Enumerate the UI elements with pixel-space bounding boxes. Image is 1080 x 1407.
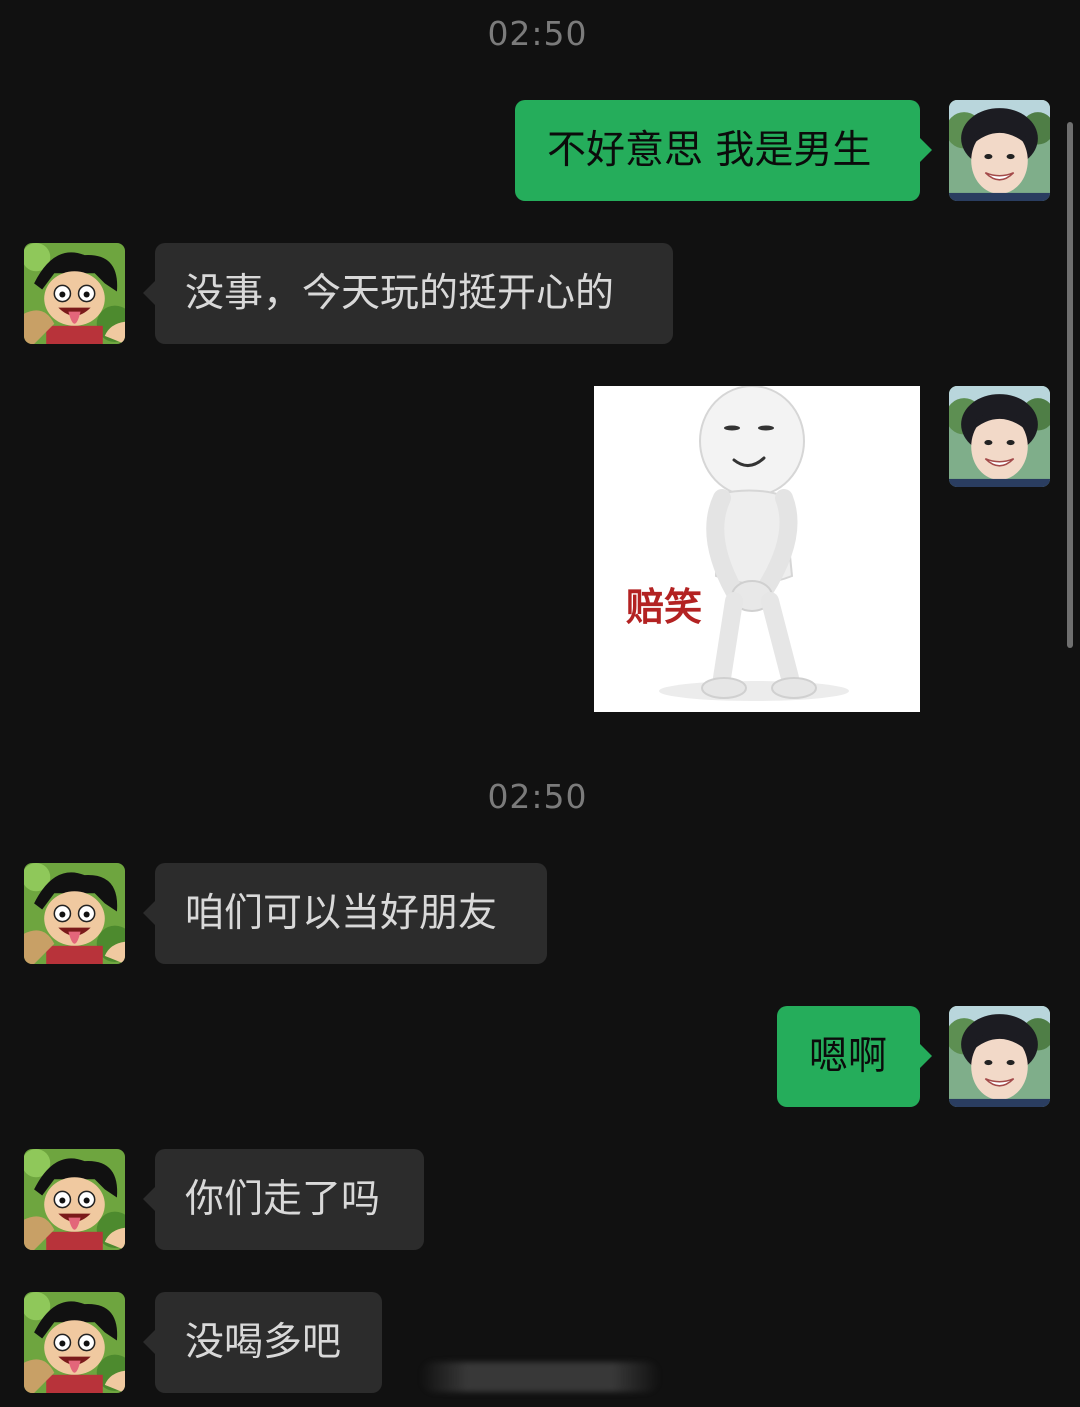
timestamp: 02:50 bbox=[487, 777, 588, 816]
cartoon-character-avatar-icon bbox=[24, 1292, 125, 1393]
cartoon-character-avatar-icon bbox=[24, 1149, 125, 1250]
timestamp: 02:50 bbox=[487, 14, 588, 53]
message-bubble-incoming[interactable]: 没喝多吧 bbox=[143, 1292, 382, 1393]
message-bubble-incoming[interactable]: 没事，今天玩的挺开心的 bbox=[143, 243, 673, 344]
avatar-other[interactable] bbox=[24, 243, 125, 344]
sticker-caption: 赔笑 bbox=[626, 585, 703, 629]
watermark bbox=[420, 1362, 660, 1392]
scrollbar[interactable] bbox=[1067, 122, 1073, 648]
avatar-me[interactable] bbox=[949, 386, 1050, 487]
cartoon-character-avatar-icon bbox=[24, 243, 125, 344]
message-bubble-outgoing[interactable]: 嗯啊 bbox=[777, 1006, 932, 1107]
avatar-me[interactable] bbox=[949, 100, 1050, 201]
sticker-message[interactable]: 赔笑 bbox=[594, 386, 920, 712]
cartoon-character-avatar-icon bbox=[24, 863, 125, 964]
message-bubble-incoming[interactable]: 咱们可以当好朋友 bbox=[143, 863, 547, 964]
message-bubble-outgoing[interactable]: 不好意思 我是男生 bbox=[515, 100, 932, 201]
smiling-person-avatar-icon bbox=[949, 100, 1050, 201]
avatar-other[interactable] bbox=[24, 1149, 125, 1250]
smiling-person-avatar-icon bbox=[949, 386, 1050, 487]
avatar-other[interactable] bbox=[24, 1292, 125, 1393]
avatar-other[interactable] bbox=[24, 863, 125, 964]
smiling-person-avatar-icon bbox=[949, 1006, 1050, 1107]
message-bubble-incoming[interactable]: 你们走了吗 bbox=[143, 1149, 424, 1250]
avatar-me[interactable] bbox=[949, 1006, 1050, 1107]
grinning-figure-sticker-icon bbox=[594, 386, 920, 712]
